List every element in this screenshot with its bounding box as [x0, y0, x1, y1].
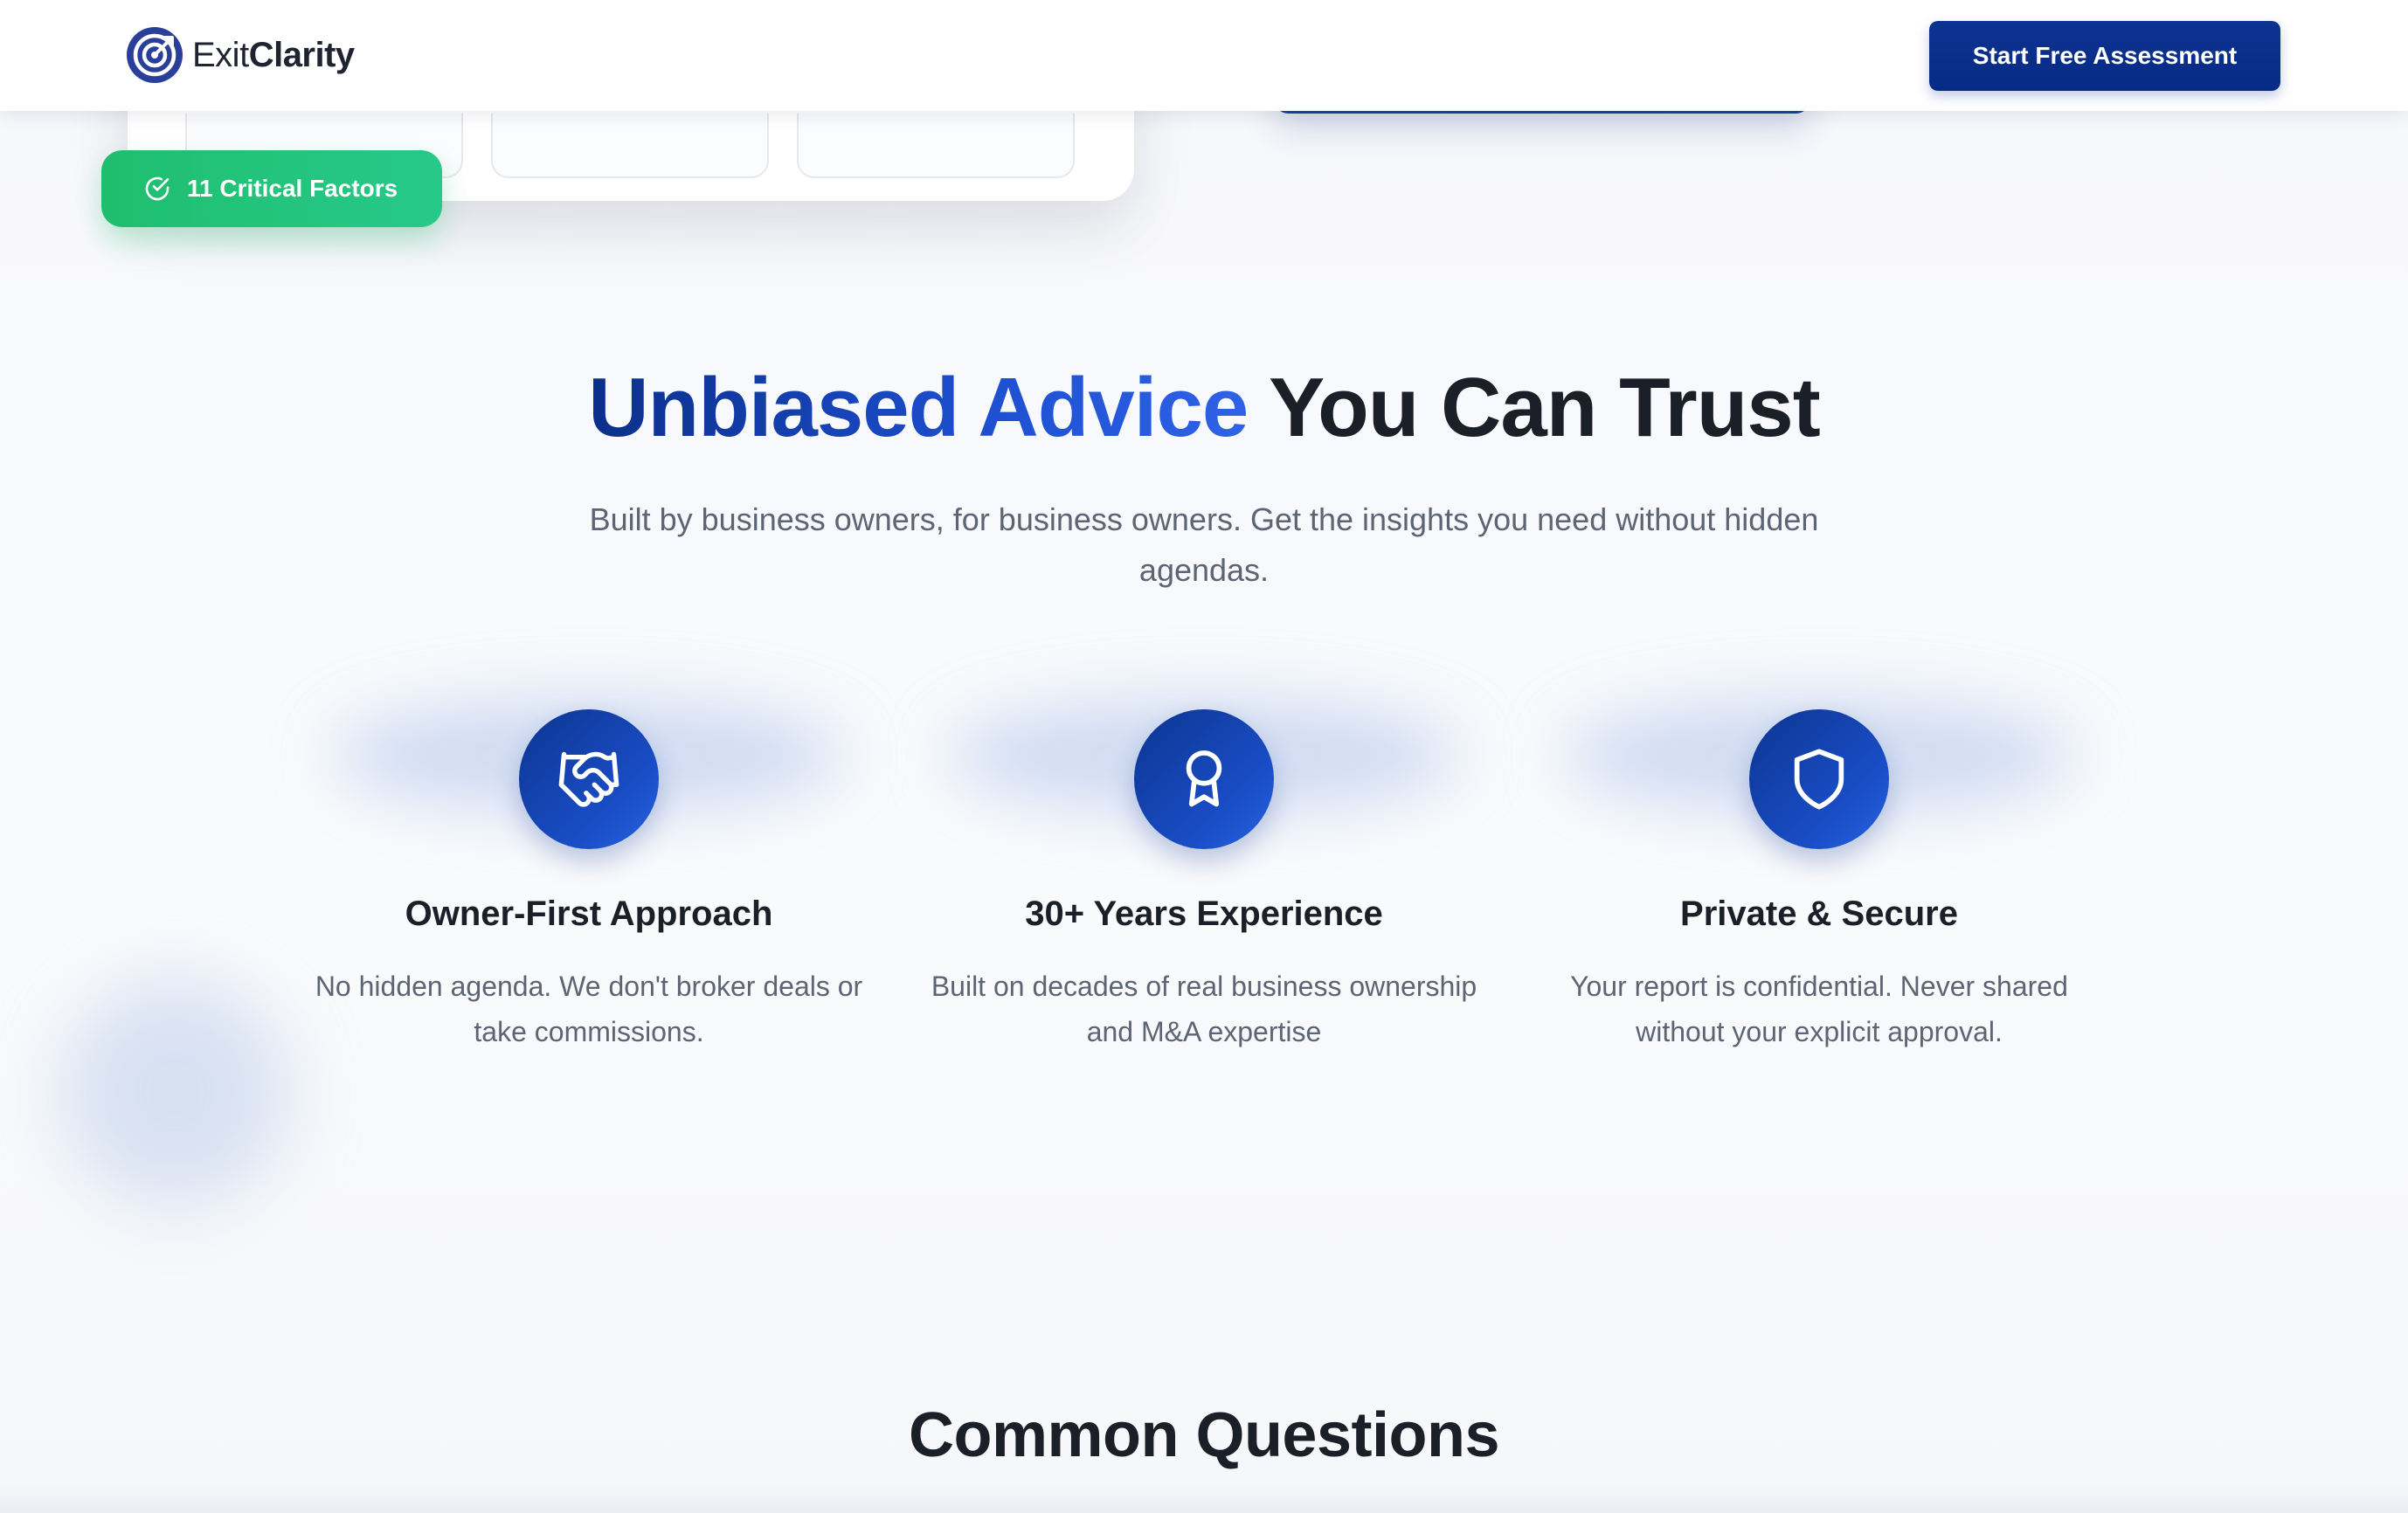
- feature-title: Owner-First Approach: [405, 895, 773, 933]
- feature-title: 30+ Years Experience: [1025, 895, 1383, 933]
- feature-icon-circle: [1134, 709, 1274, 849]
- shield-icon: [1794, 749, 1844, 810]
- site-header: ExitClarity Start Free Assessment: [0, 0, 2408, 111]
- check-circle-icon: [145, 176, 170, 201]
- decorative-blob: [61, 978, 288, 1206]
- logo-text-part2: Clarity: [248, 35, 356, 74]
- trust-title-rest: You Can Trust: [1269, 361, 1821, 454]
- hero-tile: [797, 114, 1075, 178]
- award-icon: [1186, 750, 1222, 807]
- hero-tile: [491, 114, 769, 178]
- feature-text: No hidden agenda. We don't broker deals …: [315, 971, 863, 1047]
- feature-text: Your report is confidential. Never share…: [1570, 971, 2068, 1047]
- handshake-icon: [558, 751, 619, 807]
- start-assessment-button[interactable]: Start Free Assessment: [1929, 21, 2280, 91]
- feature-title: Private & Secure: [1680, 895, 1958, 933]
- logo[interactable]: ExitClarity: [126, 26, 355, 84]
- feature-text: Built on decades of real business owners…: [931, 971, 1477, 1047]
- trust-section-title: Unbiased Advice You Can Trust: [0, 360, 2408, 456]
- feature-owner-first: Owner-First Approach No hidden agenda. W…: [281, 664, 896, 1054]
- feature-icon-circle: [1749, 709, 1889, 849]
- target-icon: [127, 27, 183, 83]
- feature-icon-circle: [519, 709, 659, 849]
- critical-factors-badge: 11 Critical Factors: [101, 150, 442, 227]
- feature-experience: 30+ Years Experience Built on decades of…: [896, 664, 1512, 1054]
- trust-title-highlight: Unbiased Advice: [588, 361, 1249, 454]
- logo-text-part1: Exit: [192, 35, 249, 74]
- page: 11 Critical Factors ExitClarity Start Fr…: [0, 0, 2408, 1513]
- logo-text: ExitClarity: [192, 36, 355, 75]
- trust-section-subtitle: Built by business owners, for business o…: [589, 501, 1819, 588]
- feature-private-secure: Private & Secure Your report is confiden…: [1512, 664, 2127, 1054]
- critical-factors-label: 11 Critical Factors: [187, 175, 398, 202]
- bottom-fade: [0, 1485, 2408, 1513]
- faq-section-title: Common Questions: [908, 1400, 1500, 1470]
